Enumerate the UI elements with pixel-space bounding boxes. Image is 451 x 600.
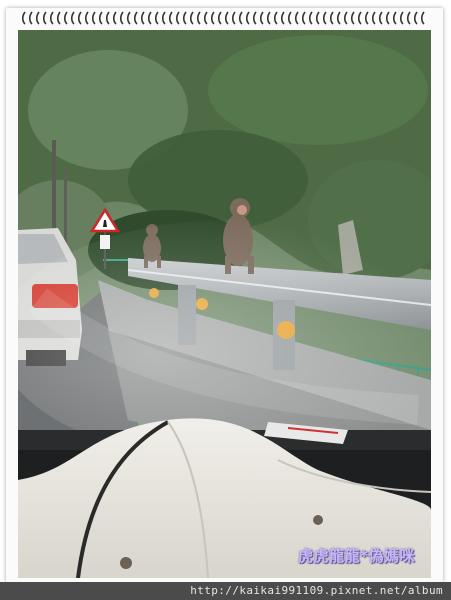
spiral-binding-icon bbox=[22, 11, 425, 25]
photo-signature: 虎虎龍龍*偽媽咪 bbox=[298, 547, 415, 565]
monkey-photo: 虎虎龍龍*偽媽咪 bbox=[18, 30, 431, 578]
album-url-link[interactable]: http://kaikai991109.pixnet.net/album bbox=[190, 584, 443, 597]
footer-url-bar: http://kaikai991109.pixnet.net/album bbox=[0, 582, 451, 600]
